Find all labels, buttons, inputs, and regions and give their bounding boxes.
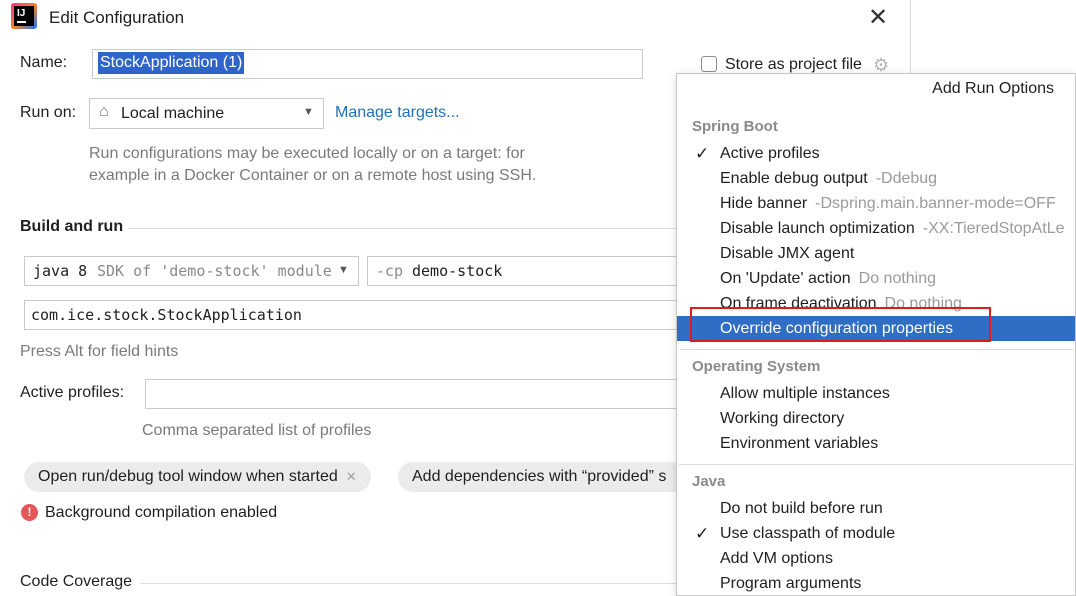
close-icon[interactable]: ✕ [346, 469, 357, 484]
popup-separator [679, 464, 1073, 465]
add-dependencies-tag[interactable]: Add dependencies with “provided” s [398, 462, 688, 492]
cp-prefix: -cp [376, 262, 404, 280]
background-compilation-label: Background compilation enabled [45, 504, 278, 521]
main-class-field[interactable]: com.ice.stock.StockApplication [24, 300, 679, 330]
open-tool-window-tag-label: Open run/debug tool window when started [38, 468, 338, 485]
jdk-select[interactable]: java 8 SDK of 'demo-stock' module ▼ [24, 256, 359, 286]
option-disable-launch-optimization[interactable]: Disable launch optimization -XX:TieredSto… [677, 216, 1075, 241]
group-spring-boot: Spring Boot [692, 118, 778, 135]
active-profiles-hint: Comma separated list of profiles [142, 422, 372, 439]
name-input[interactable]: StockApplication (1) [92, 49, 643, 79]
popup-title: Add Run Options [932, 80, 1054, 97]
add-run-options-popup: Add Run Options Spring Boot ✓ Active prof… [676, 73, 1076, 596]
manage-targets-link[interactable]: Manage targets... [335, 104, 460, 122]
option-disable-jmx-agent[interactable]: Disable JMX agent [677, 241, 1075, 266]
name-input-value: StockApplication (1) [98, 52, 245, 74]
option-hide-banner[interactable]: Hide banner -Dspring.main.banner-mode=OFF [677, 191, 1075, 216]
open-tool-window-tag[interactable]: Open run/debug tool window when started ✕ [24, 462, 371, 492]
active-profiles-input[interactable] [145, 379, 679, 409]
cp-value: demo-stock [412, 262, 503, 280]
intellij-app-icon: IJ [11, 3, 37, 29]
error-icon: ! [21, 504, 38, 521]
check-icon: ✓ [695, 524, 710, 543]
section-divider [128, 228, 678, 229]
store-as-project-file-checkbox[interactable] [701, 56, 717, 72]
run-on-select[interactable]: ⌂ Local machine ▼ [89, 98, 324, 129]
option-enable-debug-output[interactable]: Enable debug output -Ddebug [677, 166, 1075, 191]
run-on-hint-line-2: example in a Docker Container or on a re… [89, 167, 537, 184]
build-and-run-title: Build and run [20, 218, 124, 235]
classpath-module-field[interactable]: -cp demo-stock [367, 256, 679, 286]
group-java: Java [692, 473, 726, 490]
code-coverage-title: Code Coverage [20, 573, 133, 590]
add-dependencies-tag-label: Add dependencies with “provided” s [412, 468, 667, 485]
option-on-update-action[interactable]: On 'Update' action Do nothing [677, 266, 1075, 291]
section-divider [140, 583, 678, 584]
close-icon[interactable]: ✕ [868, 3, 888, 32]
field-hints-text: Press Alt for field hints [20, 343, 179, 360]
option-do-not-build-before-run[interactable]: Do not build before run [677, 496, 1075, 521]
option-use-classpath-of-module[interactable]: ✓ Use classpath of module [677, 521, 1075, 546]
group-operating-system: Operating System [692, 358, 821, 375]
main-class-value: com.ice.stock.StockApplication [31, 306, 302, 324]
active-profiles-label: Active profiles: [20, 384, 125, 401]
run-on-label: Run on: [20, 104, 77, 121]
check-icon: ✓ [695, 144, 710, 163]
jdk-main: java 8 [33, 262, 88, 280]
option-active-profiles[interactable]: ✓ Active profiles [677, 141, 1075, 166]
popup-separator [679, 349, 1073, 350]
option-allow-multiple-instances[interactable]: Allow multiple instances [677, 381, 1075, 406]
store-as-project-file-label: Store as project file [725, 56, 862, 73]
dialog-title: Edit Configuration [49, 8, 185, 27]
jdk-detail: SDK of 'demo-stock' module [97, 262, 332, 280]
option-program-arguments[interactable]: Program arguments [677, 571, 1075, 595]
run-on-hint-line-1: Run configurations may be executed local… [89, 145, 525, 162]
option-environment-variables[interactable]: Environment variables [677, 431, 1075, 456]
name-label: Name: [20, 54, 68, 71]
chevron-down-icon: ▼ [338, 264, 349, 276]
run-on-value: Local machine [121, 105, 225, 122]
highlight-box [690, 307, 991, 342]
option-add-vm-options[interactable]: Add VM options [677, 546, 1075, 571]
chevron-down-icon: ▼ [303, 106, 314, 118]
option-working-directory[interactable]: Working directory [677, 406, 1075, 431]
home-icon: ⌂ [99, 103, 109, 120]
